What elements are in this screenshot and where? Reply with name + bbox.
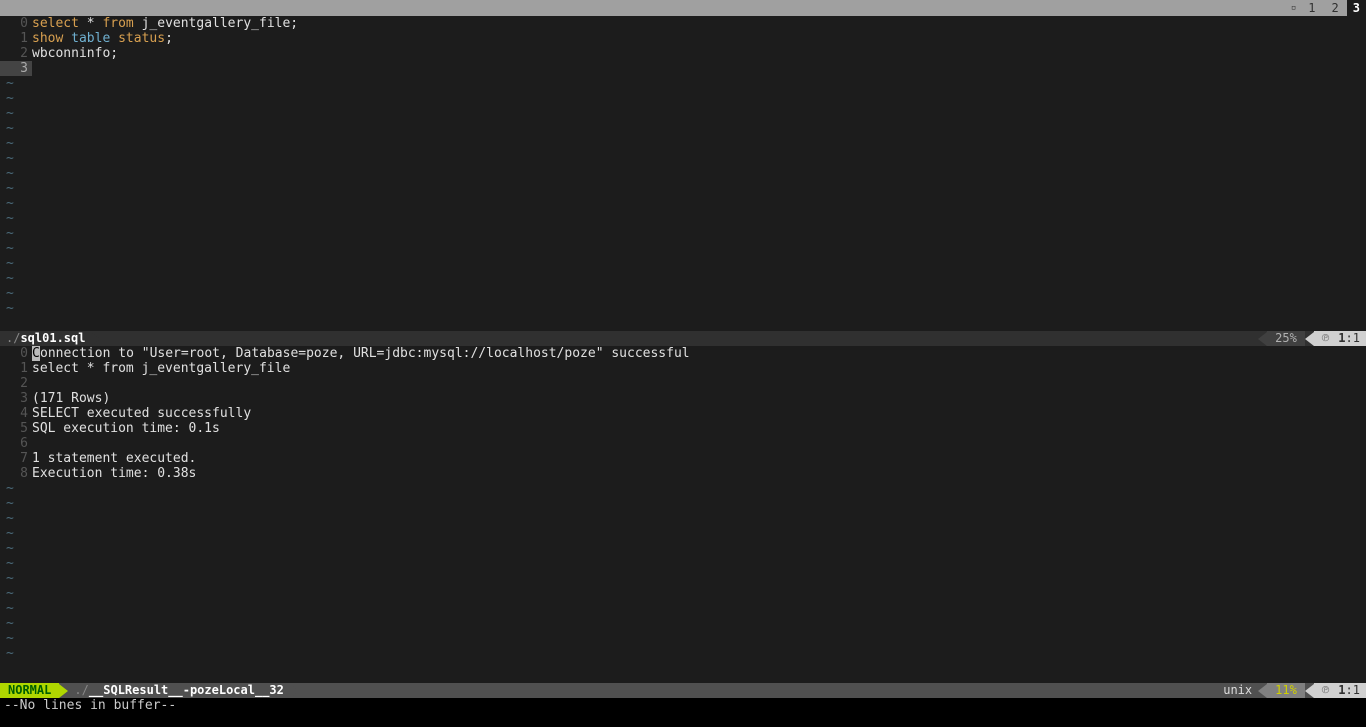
line-text[interactable] — [32, 376, 1366, 391]
empty-line-tilde: ~ — [0, 496, 14, 511]
line-text[interactable]: Execution time: 0.38s — [32, 466, 1366, 481]
empty-line-tilde: ~ — [0, 76, 14, 91]
empty-line-tilde: ~ — [0, 151, 14, 166]
statusline-lower: NORMAL ./__SQLResult__-pozeLocal__32 uni… — [0, 683, 1366, 698]
percent-upper: 25% — [1267, 331, 1305, 346]
line-number: 8 — [0, 466, 32, 481]
line-text[interactable]: select * from j_eventgallery_file — [32, 361, 1366, 376]
empty-line-tilde: ~ — [0, 301, 14, 316]
line-text[interactable]: SQL execution time: 0.1s — [32, 421, 1366, 436]
separator-icon — [1305, 332, 1314, 346]
line-number: 5 — [0, 421, 32, 436]
empty-line-tilde: ~ — [0, 166, 14, 181]
percent-lower: 11% — [1267, 683, 1305, 698]
line-number: 4 — [0, 406, 32, 421]
line-text[interactable]: 1 statement executed. — [32, 451, 1366, 466]
empty-line-tilde: ~ — [0, 571, 14, 586]
tab-2[interactable]: 2 — [1324, 0, 1347, 16]
line-text[interactable]: select * from j_eventgallery_file; — [32, 16, 1366, 31]
empty-line-tilde: ~ — [0, 646, 14, 661]
tabline: ▫ 1 2 3 — [0, 0, 1366, 16]
editor-buffer-upper[interactable]: 0select * from j_eventgallery_file;1show… — [0, 16, 1366, 331]
linecol-upper: ℗ 1:1 — [1314, 331, 1366, 346]
statusline-upper: ./sql01.sql 25% ℗ 1:1 — [0, 331, 1366, 346]
empty-line-tilde: ~ — [0, 616, 14, 631]
empty-line-tilde: ~ — [0, 481, 14, 496]
line-text[interactable]: SELECT executed successfully — [32, 406, 1366, 421]
line-text[interactable]: show table status; — [32, 31, 1366, 46]
empty-line-tilde: ~ — [0, 526, 14, 541]
empty-line-tilde: ~ — [0, 271, 14, 286]
line-number: 7 — [0, 451, 32, 466]
separator-icon — [1305, 684, 1314, 698]
tab-3[interactable]: 3 — [1347, 0, 1366, 16]
empty-line-tilde: ~ — [0, 601, 14, 616]
line-number: 6 — [0, 436, 32, 451]
empty-line-tilde: ~ — [0, 556, 14, 571]
separator-icon — [1258, 684, 1267, 698]
fileformat-lower: unix — [1217, 683, 1258, 698]
separator-icon — [290, 684, 299, 698]
linecol-lower: ℗ 1:1 — [1314, 683, 1366, 698]
line-text[interactable]: Connection to "User=root, Database=poze,… — [32, 346, 1366, 361]
line-number: 0 — [0, 16, 32, 31]
bottom-border — [0, 713, 1366, 727]
editor-buffer-lower[interactable]: 0Connection to "User=root, Database=poze… — [0, 346, 1366, 683]
empty-line-tilde: ~ — [0, 106, 14, 121]
tab-1[interactable]: 1 — [1300, 0, 1323, 16]
empty-line-tilde: ~ — [0, 181, 14, 196]
empty-line-tilde: ~ — [0, 91, 14, 106]
line-number: 2 — [0, 46, 32, 61]
filepath-lower: ./__SQLResult__-pozeLocal__32 — [68, 683, 290, 698]
empty-line-tilde: ~ — [0, 226, 14, 241]
editor-pane-upper[interactable]: 0select * from j_eventgallery_file;1show… — [0, 16, 1366, 346]
tablist-icon: ▫ — [1283, 0, 1300, 16]
empty-line-tilde: ~ — [0, 136, 14, 151]
editor-pane-lower[interactable]: 0Connection to "User=root, Database=poze… — [0, 346, 1366, 698]
line-text[interactable]: (171 Rows) — [32, 391, 1366, 406]
line-number: 0 — [0, 346, 32, 361]
empty-line-tilde: ~ — [0, 586, 14, 601]
line-number: 1 — [0, 31, 32, 46]
empty-line-tilde: ~ — [0, 541, 14, 556]
separator-icon — [59, 684, 68, 698]
line-number: 1 — [0, 361, 32, 376]
empty-line-tilde: ~ — [0, 511, 14, 526]
line-number: 3 — [0, 61, 32, 76]
filepath-upper: ./sql01.sql — [0, 331, 91, 346]
empty-line-tilde: ~ — [0, 631, 14, 646]
separator-icon — [91, 332, 100, 346]
empty-line-tilde: ~ — [0, 121, 14, 136]
empty-line-tilde: ~ — [0, 196, 14, 211]
mode-indicator: NORMAL — [0, 683, 59, 698]
empty-line-tilde: ~ — [0, 211, 14, 226]
line-text[interactable] — [32, 436, 1366, 451]
line-text[interactable]: wbconninfo; — [32, 46, 1366, 61]
command-line[interactable]: --No lines in buffer-- — [0, 698, 1366, 713]
empty-line-tilde: ~ — [0, 241, 14, 256]
empty-line-tilde: ~ — [0, 286, 14, 301]
separator-icon — [1258, 332, 1267, 346]
line-text[interactable] — [32, 61, 1366, 76]
line-number: 2 — [0, 376, 32, 391]
empty-line-tilde: ~ — [0, 256, 14, 271]
line-number: 3 — [0, 391, 32, 406]
